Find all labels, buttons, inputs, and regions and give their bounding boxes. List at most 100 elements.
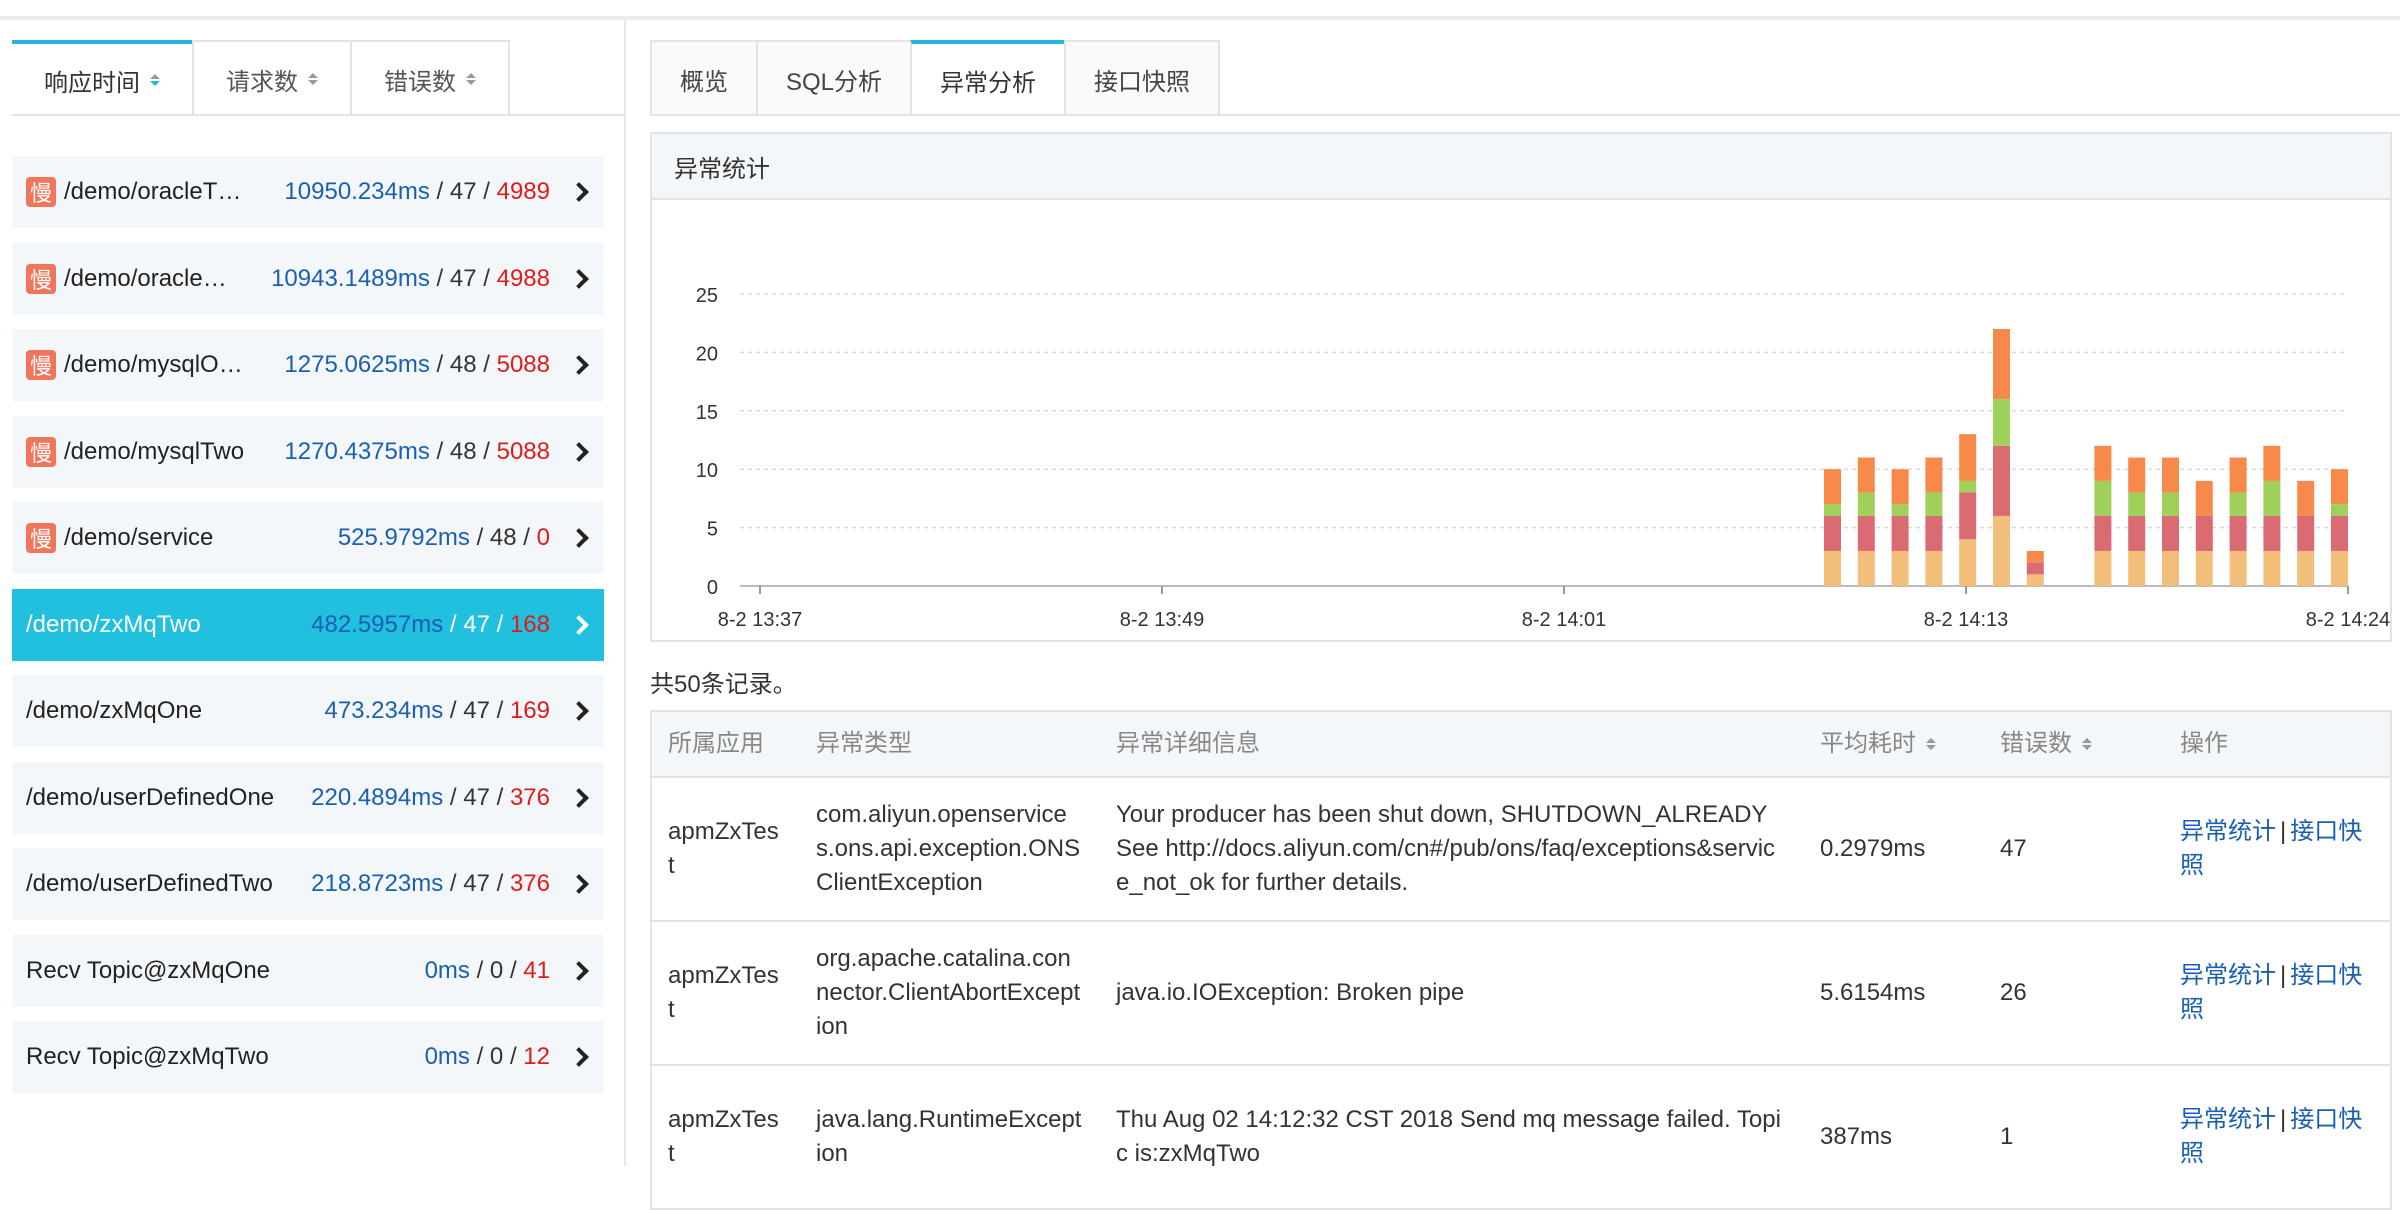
error-count: 12 [523, 1043, 550, 1070]
interface-name: Recv Topic@zxMqOne [26, 956, 271, 984]
interface-row[interactable]: 慢/demo/mysqlTwo 1270.4375ms / 48 / 5088 [12, 415, 604, 488]
request-count: 0 [489, 956, 504, 984]
bar-segment [2263, 515, 2281, 551]
analysis-tab-1[interactable]: SQL分析 [756, 40, 912, 116]
bar-segment [2026, 574, 2044, 586]
bar-segment [2128, 515, 2146, 551]
interface-stats: 482.5957ms / 47 / 168 [311, 610, 550, 638]
interface-row[interactable]: 慢/demo/mysqlO… 1275.0625ms / 48 / 5088 [12, 329, 604, 401]
cell-error-count: 47 [2000, 835, 2027, 862]
sort-icon [150, 73, 160, 87]
bar-segment [2026, 562, 2044, 575]
sort-tab-0[interactable]: 响应时间 [12, 40, 194, 116]
cell-avg-time: 387ms [1820, 1123, 1893, 1150]
exception-stats-chart-box: 异常统计 0 5 10 15 20 25 8-2 13:37 8-2 13:49 8-2 14:… [650, 132, 2392, 642]
bar-segment [2128, 492, 2146, 516]
request-count: 48 [449, 351, 477, 378]
interface-row[interactable]: /demo/userDefinedOne 220.4894ms / 47 / 37… [12, 761, 604, 834]
bar-segment [2195, 515, 2213, 551]
bar-segment [1959, 434, 1977, 481]
bar-segment [2263, 445, 2281, 481]
sort-tab-2[interactable]: 错误数 [350, 40, 510, 116]
bar-segment [1993, 399, 2010, 446]
response-time: 10950.234ms [284, 178, 430, 205]
exception-stats-link[interactable]: 异常统计 [2180, 962, 2276, 989]
interface-row[interactable]: 慢/demo/service 525.9792ms / 48 / 0 [12, 502, 604, 574]
bar-segment [1891, 550, 1909, 586]
chevron-right-icon [569, 441, 589, 462]
y-tick-label: 0 [707, 577, 718, 599]
bar-segment [1857, 492, 1875, 516]
table-row: apmZxTest org.apache.catalina.connector.C… [652, 922, 2390, 1066]
slow-badge: 慢 [26, 436, 56, 467]
bar-segment [1824, 550, 1841, 586]
interface-row[interactable]: 慢/demo/oracleT… 10950.234ms / 47 / 4989 [12, 156, 604, 228]
analysis-tab-0[interactable]: 概览 [650, 40, 758, 116]
column-header[interactable]: 平均耗时 [1804, 727, 1984, 761]
chevron-right-icon [569, 787, 589, 808]
error-count: 4988 [496, 264, 550, 292]
interface-stats: 218.8723ms / 47 / 376 [311, 870, 550, 897]
interface-name: /demo/mysqlTwo [64, 437, 245, 465]
response-time: 473.234ms [324, 697, 444, 724]
cell-exception-detail: java.io.IOException: Broken pipe [1116, 979, 1465, 1006]
column-header-label: 平均耗时 [1820, 730, 1916, 757]
interface-stats: 10943.1489ms / 47 / 4988 [271, 264, 550, 292]
column-header-label: 错误数 [2000, 730, 2072, 757]
analysis-tabs: 概览 SQL分析 异常分析 接口快照 [650, 40, 1220, 116]
sort-tab-1[interactable]: 请求数 [192, 40, 352, 116]
interface-row[interactable]: Recv Topic@zxMqOne 0ms / 0 / 41 [12, 934, 604, 1007]
sort-icon [1926, 737, 1936, 751]
bar-segment [2297, 480, 2315, 516]
request-count: 0 [489, 1043, 504, 1070]
response-time: 0ms [424, 1043, 470, 1070]
exception-stats-link[interactable]: 异常统计 [2180, 818, 2276, 845]
interface-stats: 0ms / 0 / 41 [424, 956, 550, 984]
x-tick-label: 8-2 13:37 [718, 609, 803, 631]
y-tick-label: 25 [696, 285, 718, 307]
bar-segment [1891, 515, 1909, 551]
request-count: 48 [489, 524, 517, 551]
analysis-tab-2[interactable]: 异常分析 [910, 40, 1066, 116]
column-header[interactable]: 错误数 [1984, 727, 2164, 761]
cell-avg-time: 0.2979ms [1820, 835, 1926, 862]
bar-segment [1891, 469, 1909, 505]
chevron-right-icon [569, 874, 589, 894]
chevron-right-icon [569, 614, 589, 635]
left-tabs-baseline [12, 114, 624, 116]
interface-row[interactable]: /demo/zxMqOne 473.234ms / 47 / 169 [12, 675, 604, 747]
slow-badge: 慢 [26, 177, 56, 207]
request-count: 48 [449, 437, 477, 465]
bar-segment [1993, 329, 2010, 400]
interface-stats: 10950.234ms / 47 / 4989 [284, 178, 550, 205]
bar-segment [2331, 515, 2348, 551]
bar-segment [1959, 492, 1977, 540]
response-time: 482.5957ms [311, 610, 444, 638]
interface-row[interactable]: /demo/userDefinedTwo 218.8723ms / 47 / 37… [12, 848, 604, 920]
bar-segment [2229, 492, 2247, 516]
error-count: 376 [509, 783, 550, 811]
bar-segment [2026, 550, 2044, 563]
exception-table: 所属应用 异常类型 异常详细信息 平均耗时 错误数 操作 apmZxTest com.ali… [650, 710, 2392, 1210]
exception-stats-link[interactable]: 异常统计 [2180, 1106, 2276, 1133]
cell-exception-detail: Your producer has been shut down, SHUTDO… [1116, 801, 1776, 896]
chevron-right-icon [569, 528, 589, 548]
table-row: apmZxTest com.aliyun.openservices.ons.api… [652, 778, 2390, 922]
bar-segment [2094, 515, 2112, 551]
bar-segment [2195, 550, 2213, 586]
cell-actions: 异常统计 | 接口快照 [2164, 959, 2390, 1027]
interface-name: /demo/mysqlO… [64, 351, 243, 378]
bar-segment [2162, 515, 2179, 551]
chevron-right-icon [569, 1047, 589, 1067]
request-count: 47 [463, 610, 490, 638]
interface-row[interactable]: 慢/demo/oracle… 10943.1489ms / 47 / 4988 [12, 242, 604, 315]
sort-tab-label: 错误数 [384, 68, 456, 96]
analysis-tab-3[interactable]: 接口快照 [1064, 40, 1220, 116]
interface-row[interactable]: /demo/zxMqTwo 482.5957ms / 47 / 168 [12, 588, 604, 661]
response-time: 1270.4375ms [284, 437, 430, 465]
bar-segment [1959, 539, 1977, 586]
bar-segment [1925, 492, 1943, 516]
interface-row[interactable]: Recv Topic@zxMqTwo 0ms / 0 / 12 [12, 1021, 604, 1093]
bar-segment [2297, 550, 2315, 586]
column-header-label: 异常类型 [816, 730, 912, 757]
